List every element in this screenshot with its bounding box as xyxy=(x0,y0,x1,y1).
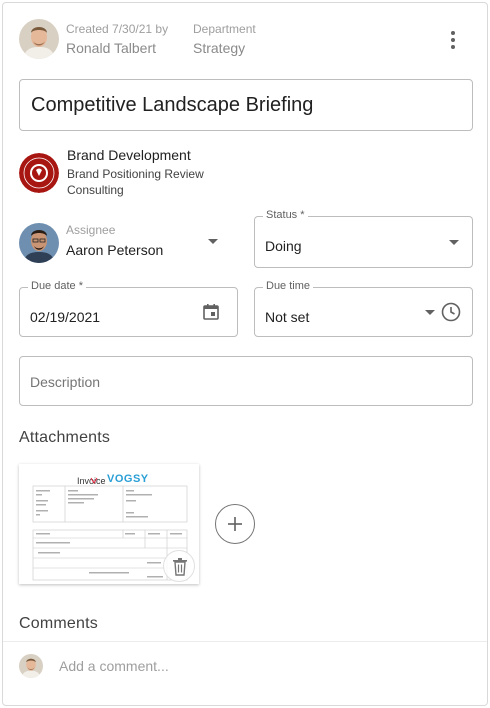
delete-attachment-button[interactable] xyxy=(163,550,195,582)
due-date-field[interactable]: Due date * 02/19/2021 xyxy=(19,280,238,337)
comments-title: Comments xyxy=(19,615,98,632)
description-field[interactable]: Description xyxy=(19,356,473,406)
title-field[interactable]: Competitive Landscape Briefing xyxy=(19,79,473,131)
due-time-label: Due time xyxy=(263,280,314,292)
description-placeholder: Description xyxy=(30,374,101,390)
due-time-field[interactable]: Due time Not set xyxy=(254,280,473,337)
comments-divider xyxy=(3,641,487,642)
current-user-avatar xyxy=(19,654,43,678)
service-name: Consulting xyxy=(67,183,124,197)
task-title: Competitive Landscape Briefing xyxy=(31,93,314,116)
assignee-label: Assignee xyxy=(66,223,116,237)
assignee-caret-down-icon[interactable] xyxy=(208,239,218,244)
assignee-avatar xyxy=(19,223,59,263)
due-time-value: Not set xyxy=(265,309,310,325)
assignee-name: Aaron Peterson xyxy=(66,242,164,258)
task-card: Created 7/30/21 by Ronald Talbert Depart… xyxy=(2,2,488,706)
status-select[interactable]: Status * Doing xyxy=(254,209,473,268)
add-attachment-button[interactable] xyxy=(215,504,255,544)
plus-icon xyxy=(228,517,242,531)
creator-avatar xyxy=(19,19,59,59)
due-date-value: 02/19/2021 xyxy=(30,309,101,325)
trash-icon xyxy=(173,558,187,576)
project-name: Brand Positioning Review xyxy=(67,167,204,181)
due-date-label: Due date * xyxy=(28,280,86,292)
department-label: Department xyxy=(193,22,256,36)
due-time-caret-down-icon[interactable] xyxy=(425,310,435,315)
comment-input[interactable] xyxy=(59,655,459,677)
attachment-thumbnail[interactable]: Invoice VOGSY xyxy=(19,464,199,584)
client-name: Brand Development xyxy=(67,147,191,163)
calendar-icon[interactable] xyxy=(202,303,220,321)
status-caret-down-icon xyxy=(449,240,459,245)
status-label: Status * xyxy=(263,209,308,221)
clock-icon[interactable] xyxy=(441,302,461,322)
created-by: Ronald Talbert xyxy=(66,40,157,56)
client-logo xyxy=(19,153,59,193)
department-value: Strategy xyxy=(193,40,246,56)
more-vert-icon[interactable] xyxy=(441,29,465,53)
status-value: Doing xyxy=(265,238,302,254)
attachments-title: Attachments xyxy=(19,429,111,446)
created-label: Created 7/30/21 by xyxy=(66,22,169,36)
